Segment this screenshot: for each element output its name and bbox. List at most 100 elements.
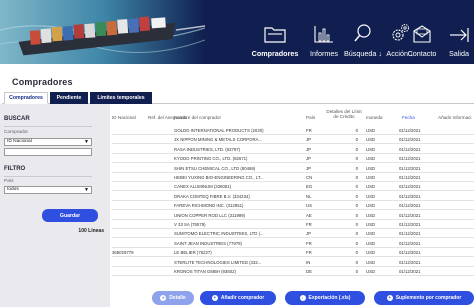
search-icon bbox=[350, 11, 376, 43]
table-row[interactable]: V 33 SA (75579) FR 0 USD 01/12/2021 bbox=[112, 220, 474, 229]
nav-busqueda[interactable]: Búsqueda ↓ bbox=[342, 0, 384, 64]
cell-moneda: USD bbox=[366, 146, 376, 152]
cell-detalle: 0 bbox=[355, 193, 358, 199]
cell-pais: JP bbox=[306, 137, 312, 143]
add-buyer-button[interactable]: + Añadir comprador bbox=[200, 291, 276, 305]
table-row[interactable]: GOLDO INTERNATIONAL PRODUCTS (2020) FR 0 US… bbox=[112, 126, 474, 135]
tab-compradores[interactable]: Compradores bbox=[4, 92, 48, 104]
cell-moneda: USD bbox=[366, 231, 376, 237]
table-row[interactable]: 365029779 LE BELIER (76227) FR 0 USD 01/12/20… bbox=[112, 248, 474, 258]
cell-nombre: HEBEI YUXING BIO-ENGINEERING CO., LT... bbox=[174, 175, 264, 180]
cell-moneda: USD bbox=[366, 184, 376, 190]
table-row[interactable]: KYODO PRINTING CO., LTD. (82671) JP 0 USD 01… bbox=[112, 154, 474, 164]
comprador-label: Comprador bbox=[4, 130, 28, 135]
nav-contacto[interactable]: Contacto bbox=[400, 0, 444, 64]
pais-label: País bbox=[4, 179, 14, 184]
cell-pais: US bbox=[306, 203, 312, 209]
detalle-button[interactable]: ● Detalle bbox=[152, 291, 194, 305]
cell-nombre: GOLDO INTERNATIONAL PRODUCTS (2020) bbox=[174, 128, 264, 133]
table-row[interactable]: SHIN ETSU CHEMICAL CO., LTD (80469) JP 0 US… bbox=[112, 164, 474, 173]
col-header-nombre[interactable]: Nombre del comprador bbox=[174, 115, 221, 120]
pais-select[interactable]: todos ▼ bbox=[4, 186, 92, 194]
cell-id-nacional: 365029779 bbox=[112, 250, 134, 256]
bar-chart-icon bbox=[311, 11, 337, 43]
col-header-detalles-limite[interactable]: Detalles del Límit de Crédito bbox=[324, 109, 364, 119]
cell-fecha: 01/12/2021 bbox=[399, 165, 421, 171]
table-row[interactable]: RASA INDUSTRIES, LTD. (82797) JP 0 USD 01/12… bbox=[112, 145, 474, 154]
cell-nombre: SAINT JEAN INDUSTRIES (77979) bbox=[174, 240, 242, 246]
cell-nombre: RASA INDUSTRIES, LTD. (82797) bbox=[174, 146, 241, 152]
comprador-select[interactable]: ID Nacional ▼ bbox=[4, 138, 92, 146]
table-row[interactable]: JX NIPPON MINING & METALS CORPORA... JP 0 U… bbox=[112, 135, 474, 145]
page-title: Compradores bbox=[12, 77, 73, 87]
nav-informes[interactable]: Informes bbox=[304, 0, 344, 64]
cell-pais: EG bbox=[306, 184, 313, 190]
cell-pais: FR bbox=[306, 250, 312, 256]
cell-nombre: SHIN ETSU CHEMICAL CO., LTD (80469) bbox=[174, 165, 256, 171]
tab-bar: Compradores Pendiente Límites temporales bbox=[2, 92, 474, 104]
export-xls-button[interactable]: ↓ Exportación (.xls) bbox=[285, 291, 365, 305]
plus-icon: + bbox=[211, 295, 218, 301]
cell-nombre: FAREVA RICHMOND INC. (312851) bbox=[174, 203, 244, 209]
cell-nombre: V 33 SA (75579) bbox=[174, 222, 206, 227]
col-header-anadir-info[interactable]: Añadir Informaci bbox=[438, 115, 471, 120]
cell-detalle: 0 bbox=[355, 212, 358, 218]
table-row[interactable]: UNION COPPER ROD LLC (311999) AE 0 USD 01/12… bbox=[112, 211, 474, 220]
table-row[interactable]: STERLITE TECHNOLOGIES LIMITED (332... IN 0… bbox=[112, 258, 474, 267]
cell-nombre: UNION COPPER ROD LLC (311999) bbox=[174, 212, 246, 218]
cell-detalle: 0 bbox=[355, 240, 358, 246]
nav-label: Informes bbox=[310, 49, 338, 58]
cell-detalle: 0 bbox=[355, 222, 358, 227]
cell-fecha: 01/12/2021 bbox=[399, 156, 421, 162]
cell-nombre: LE BELIER (76227) bbox=[174, 250, 212, 256]
mail-icon bbox=[409, 11, 435, 43]
cell-moneda: USD bbox=[366, 193, 376, 199]
cell-moneda: USD bbox=[366, 156, 376, 162]
col-header-id-nacional[interactable]: ID Nacional bbox=[112, 115, 136, 120]
table-row[interactable]: DRAKA COMTEQ FIBRE B.V. (334234) NL 0 USD 01… bbox=[112, 192, 474, 201]
cell-nombre: STERLITE TECHNOLOGIES LIMITED (332... bbox=[174, 259, 262, 265]
table-row[interactable]: SUMITOMO ELECTRIC INDUSTRIES, LTD (... JP… bbox=[112, 229, 474, 239]
table-row[interactable]: SAINT JEAN INDUSTRIES (77979) FR 0 USD 01/12… bbox=[112, 239, 474, 248]
top-header: Compradores Informes Búsqueda ↓ Acción ↓… bbox=[0, 0, 474, 64]
add-buyer-label: Añadir comprador bbox=[220, 295, 265, 301]
search-input[interactable] bbox=[4, 148, 92, 156]
cell-pais: IN bbox=[306, 259, 311, 265]
cell-pais: CN bbox=[306, 175, 313, 180]
cell-pais: JP bbox=[306, 165, 312, 171]
cell-moneda: USD bbox=[366, 250, 376, 256]
nav-label: Salida bbox=[449, 49, 469, 58]
filtro-heading: FILTRO bbox=[4, 166, 26, 172]
nav-label: Compradores bbox=[251, 49, 299, 58]
buscar-heading: BUSCAR bbox=[4, 116, 30, 122]
cell-nombre: SUMITOMO ELECTRIC INDUSTRIES, LTD (... bbox=[174, 231, 264, 237]
cell-moneda: USD bbox=[366, 269, 376, 274]
cell-detalle: 0 bbox=[355, 128, 358, 133]
cell-fecha: 01/12/2021 bbox=[399, 193, 421, 199]
supplement-button[interactable]: + Suplemento por comprador bbox=[374, 291, 474, 305]
col-header-moneda[interactable]: moneda bbox=[366, 115, 383, 120]
cell-moneda: USD bbox=[366, 137, 376, 143]
table-row[interactable]: FAREVA RICHMOND INC. (312851) US 0 USD 01/12… bbox=[112, 201, 474, 211]
cell-pais: FR bbox=[306, 222, 312, 227]
table-row[interactable]: KRONOS TITAN GMBH (93602) DE 0 USD 01/12/202… bbox=[112, 267, 474, 276]
col-header-fecha[interactable]: Fecha bbox=[402, 115, 415, 120]
divider bbox=[4, 126, 92, 127]
nav-label: Contacto bbox=[407, 49, 437, 58]
table-row[interactable]: HEBEI YUXING BIO-ENGINEERING CO., LT... C… bbox=[112, 173, 474, 182]
cell-fecha: 01/12/2021 bbox=[399, 175, 421, 180]
lines-count: 100 Líneas bbox=[78, 228, 104, 234]
col-header-pais[interactable]: País bbox=[306, 115, 315, 120]
guardar-button[interactable]: Guardar bbox=[42, 209, 98, 222]
nav-salida[interactable]: Salida bbox=[444, 0, 474, 64]
export-label: Exportación (.xls) bbox=[308, 295, 351, 301]
cell-pais: AE bbox=[306, 212, 312, 218]
cell-nombre: CANEX ALUMINUM (336081) bbox=[174, 184, 232, 190]
tab-pendiente[interactable]: Pendiente bbox=[50, 92, 88, 104]
nav-compradores[interactable]: Compradores bbox=[244, 0, 306, 64]
table-row[interactable]: CANEX ALUMINUM (336081) EG 0 USD 01/12/2021 bbox=[112, 182, 474, 192]
divider bbox=[4, 176, 92, 177]
tab-limites-temporales[interactable]: Límites temporales bbox=[90, 92, 152, 104]
cell-fecha: 01/12/2021 bbox=[399, 203, 421, 209]
cell-moneda: USD bbox=[366, 259, 376, 265]
